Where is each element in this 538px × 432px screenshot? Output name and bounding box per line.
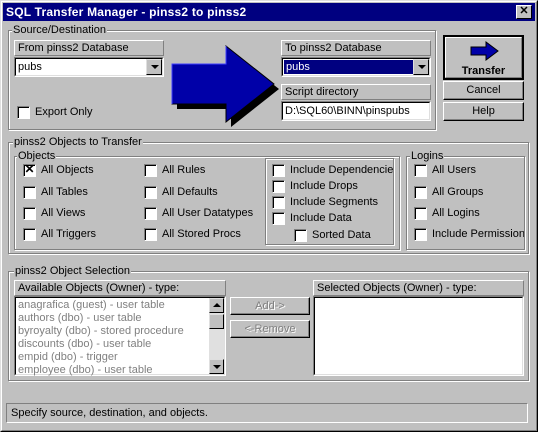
all-stored-procs-label: All Stored Procs	[162, 228, 241, 240]
status-bar: Specify source, destination, and objects…	[6, 403, 528, 423]
available-objects-label: Available Objects (Owner) - type:	[14, 280, 226, 296]
source-destination-label: Source/Destination	[12, 24, 107, 37]
include-options-box: Include Dependencies Include Drops Inclu…	[265, 158, 394, 245]
all-user-datatypes-label: All User Datatypes	[162, 207, 254, 219]
scroll-up-icon[interactable]	[209, 298, 224, 313]
all-views-label: All Views	[41, 207, 86, 219]
chevron-down-icon[interactable]	[413, 59, 429, 75]
add-label: Add->	[255, 300, 285, 312]
all-logins-label: All Logins	[432, 207, 480, 219]
script-directory-label: Script directory	[281, 84, 431, 100]
all-user-datatypes-checkbox[interactable]: All User Datatypes	[144, 206, 259, 221]
all-defaults-checkbox[interactable]: All Defaults	[144, 185, 259, 200]
objects-to-transfer-label: pinss2 Objects to Transfer	[13, 136, 143, 149]
arrow-right-icon	[470, 41, 499, 61]
help-button[interactable]: Help	[443, 102, 524, 121]
sorted-data-checkbox[interactable]: Sorted Data	[294, 228, 389, 243]
remove-label: <-Remove	[244, 323, 296, 335]
to-database-combo[interactable]: pubs	[281, 57, 431, 77]
available-objects-list[interactable]: anagrafica (guest) - user table authors …	[14, 296, 226, 376]
logins-subgroup: All Users All Groups All Logins Include …	[406, 156, 525, 250]
sorted-data-label: Sorted Data	[312, 229, 371, 241]
objects-label: Objects	[17, 150, 57, 163]
include-permissions-checkbox[interactable]: Include Permissions	[414, 227, 525, 242]
cancel-label: Cancel	[466, 84, 501, 96]
all-tables-checkbox[interactable]: All Tables	[23, 185, 133, 200]
transfer-label: Transfer	[461, 65, 506, 77]
include-drops-label: Include Drops	[290, 180, 358, 192]
from-database-combo[interactable]: pubs	[14, 57, 164, 77]
list-item[interactable]: employee (dbo) - user table	[18, 364, 153, 377]
add-button[interactable]: Add->	[230, 297, 310, 315]
all-objects-label: All Objects	[41, 164, 94, 176]
to-database-value: pubs	[284, 60, 414, 74]
script-directory-value: D:\SQL60\BINN\pinspubs	[285, 105, 410, 117]
from-database-label: From pinss2 Database	[14, 40, 164, 56]
all-users-checkbox[interactable]: All Users	[414, 163, 524, 178]
all-rules-checkbox[interactable]: All Rules	[144, 163, 259, 178]
scroll-down-icon[interactable]	[209, 359, 224, 374]
logins-label: Logins	[410, 150, 445, 163]
all-views-checkbox[interactable]: All Views	[23, 206, 133, 221]
all-logins-checkbox[interactable]: All Logins	[414, 206, 524, 221]
all-defaults-label: All Defaults	[162, 186, 218, 198]
all-users-label: All Users	[432, 164, 477, 176]
all-groups-label: All Groups	[432, 186, 484, 198]
all-rules-label: All Rules	[162, 164, 206, 176]
include-data-label: Include Data	[290, 212, 352, 224]
object-selection-label: pinss2 Object Selection	[14, 265, 131, 278]
all-triggers-checkbox[interactable]: All Triggers	[23, 227, 133, 242]
help-label: Help	[472, 105, 495, 117]
list-item[interactable]: discounts (dbo) - user table	[18, 338, 151, 351]
list-item[interactable]: anagrafica (guest) - user table	[18, 299, 165, 312]
include-drops-checkbox[interactable]: Include Drops	[272, 179, 387, 194]
list-item[interactable]: byroyalty (dbo) - stored procedure	[18, 325, 184, 338]
chevron-down-icon[interactable]	[146, 59, 162, 75]
include-segments-checkbox[interactable]: Include Segments	[272, 195, 387, 210]
all-triggers-label: All Triggers	[41, 228, 97, 240]
all-objects-checkbox[interactable]: ✕ All Objects	[23, 163, 133, 178]
from-database-value: pubs	[18, 61, 42, 73]
export-only-label: Export Only	[35, 106, 93, 118]
close-button[interactable]: ✕	[516, 5, 532, 19]
all-tables-label: All Tables	[41, 186, 88, 198]
include-permissions-label: Include Permissions	[432, 228, 525, 240]
status-text: Specify source, destination, and objects…	[11, 407, 208, 419]
remove-button[interactable]: <-Remove	[230, 320, 310, 338]
vertical-scrollbar[interactable]	[209, 298, 224, 374]
scroll-thumb[interactable]	[209, 314, 224, 329]
include-dependencies-checkbox[interactable]: Include Dependencies	[272, 163, 394, 178]
window-title: SQL Transfer Manager - pinss2 to pinss2	[6, 5, 247, 19]
all-groups-checkbox[interactable]: All Groups	[414, 185, 524, 200]
close-icon: ✕	[519, 5, 529, 17]
to-database-label: To pinss2 Database	[281, 40, 431, 56]
list-item[interactable]: empid (dbo) - trigger	[18, 351, 118, 364]
cancel-button[interactable]: Cancel	[443, 81, 524, 100]
selected-objects-list[interactable]	[313, 296, 524, 376]
list-item[interactable]: authors (dbo) - user table	[18, 312, 142, 325]
include-segments-label: Include Segments	[290, 196, 379, 208]
transfer-arrow-icon	[171, 44, 279, 127]
selected-objects-label: Selected Objects (Owner) - type:	[313, 280, 524, 296]
script-directory-field[interactable]: D:\SQL60\BINN\pinspubs	[281, 101, 431, 121]
include-dependencies-label: Include Dependencies	[290, 164, 394, 176]
checkmark-icon: ✕	[24, 162, 35, 176]
export-only-checkbox[interactable]: Export Only	[17, 105, 137, 120]
transfer-button[interactable]: Transfer	[443, 35, 524, 80]
all-stored-procs-checkbox[interactable]: All Stored Procs	[144, 227, 259, 242]
include-data-checkbox[interactable]: Include Data	[272, 211, 387, 226]
